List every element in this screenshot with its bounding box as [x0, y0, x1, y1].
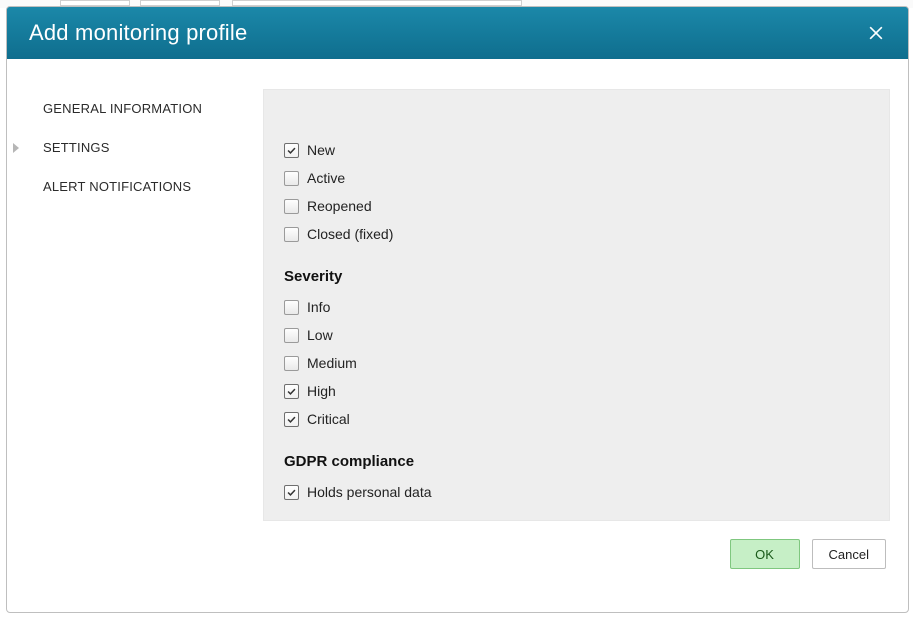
checkbox-label: Holds personal data: [307, 484, 432, 500]
checkbox-row-critical[interactable]: Critical: [284, 405, 877, 433]
nav-item-general-information[interactable]: GENERAL INFORMATION: [7, 89, 263, 128]
checkbox-row-low[interactable]: Low: [284, 321, 877, 349]
checkbox-label: New: [307, 142, 335, 158]
checkbox-row-holds-personal-data[interactable]: Holds personal data: [284, 478, 877, 506]
checkbox-label: Critical: [307, 411, 350, 427]
nav-item-alert-notifications[interactable]: ALERT NOTIFICATIONS: [7, 167, 263, 206]
close-icon: [866, 23, 886, 43]
checkbox-closed-fixed[interactable]: [284, 227, 299, 242]
modal-header: Add monitoring profile: [7, 7, 908, 59]
check-icon: [286, 386, 297, 397]
checkbox-medium[interactable]: [284, 356, 299, 371]
checkbox-row-closed-fixed[interactable]: Closed (fixed): [284, 220, 877, 248]
checkbox-row-active[interactable]: Active: [284, 164, 877, 192]
checkbox-info[interactable]: [284, 300, 299, 315]
checkbox-row-reopened[interactable]: Reopened: [284, 192, 877, 220]
close-button[interactable]: [862, 19, 890, 47]
status-group: New Active Reopened: [284, 136, 877, 248]
wizard-nav: GENERAL INFORMATION SETTINGS ALERT NOTIF…: [7, 89, 263, 612]
checkbox-low[interactable]: [284, 328, 299, 343]
checkbox-row-new[interactable]: New: [284, 136, 877, 164]
cancel-button[interactable]: Cancel: [812, 539, 886, 569]
check-icon: [286, 487, 297, 498]
gdpr-group: GDPR compliance Holds personal data: [284, 453, 877, 506]
modal-footer: OK Cancel: [263, 521, 890, 583]
checkbox-holds-personal-data[interactable]: [284, 485, 299, 500]
checkbox-label: Active: [307, 170, 345, 186]
settings-scroll-area[interactable]: New Active Reopened: [263, 89, 890, 521]
severity-group: Severity Info Low: [284, 268, 877, 433]
checkbox-row-medium[interactable]: Medium: [284, 349, 877, 377]
check-icon: [286, 414, 297, 425]
check-icon: [286, 145, 297, 156]
severity-heading: Severity: [284, 268, 877, 285]
checkbox-label: Info: [307, 299, 330, 315]
checkbox-reopened[interactable]: [284, 199, 299, 214]
nav-item-settings[interactable]: SETTINGS: [7, 128, 263, 167]
nav-item-label: GENERAL INFORMATION: [43, 101, 202, 116]
checkbox-high[interactable]: [284, 384, 299, 399]
checkbox-active[interactable]: [284, 171, 299, 186]
nav-item-label: SETTINGS: [43, 140, 110, 155]
checkbox-label: Closed (fixed): [307, 226, 393, 242]
checkbox-new[interactable]: [284, 143, 299, 158]
checkbox-label: High: [307, 383, 336, 399]
checkbox-row-high[interactable]: High: [284, 377, 877, 405]
modal-title: Add monitoring profile: [29, 20, 247, 46]
gdpr-heading: GDPR compliance: [284, 453, 877, 470]
checkbox-row-info[interactable]: Info: [284, 293, 877, 321]
checkbox-label: Reopened: [307, 198, 372, 214]
add-monitoring-profile-modal: Add monitoring profile GENERAL INFORMATI…: [6, 6, 909, 613]
ok-button[interactable]: OK: [730, 539, 800, 569]
checkbox-label: Low: [307, 327, 333, 343]
checkbox-label: Medium: [307, 355, 357, 371]
checkbox-critical[interactable]: [284, 412, 299, 427]
nav-item-label: ALERT NOTIFICATIONS: [43, 179, 191, 194]
